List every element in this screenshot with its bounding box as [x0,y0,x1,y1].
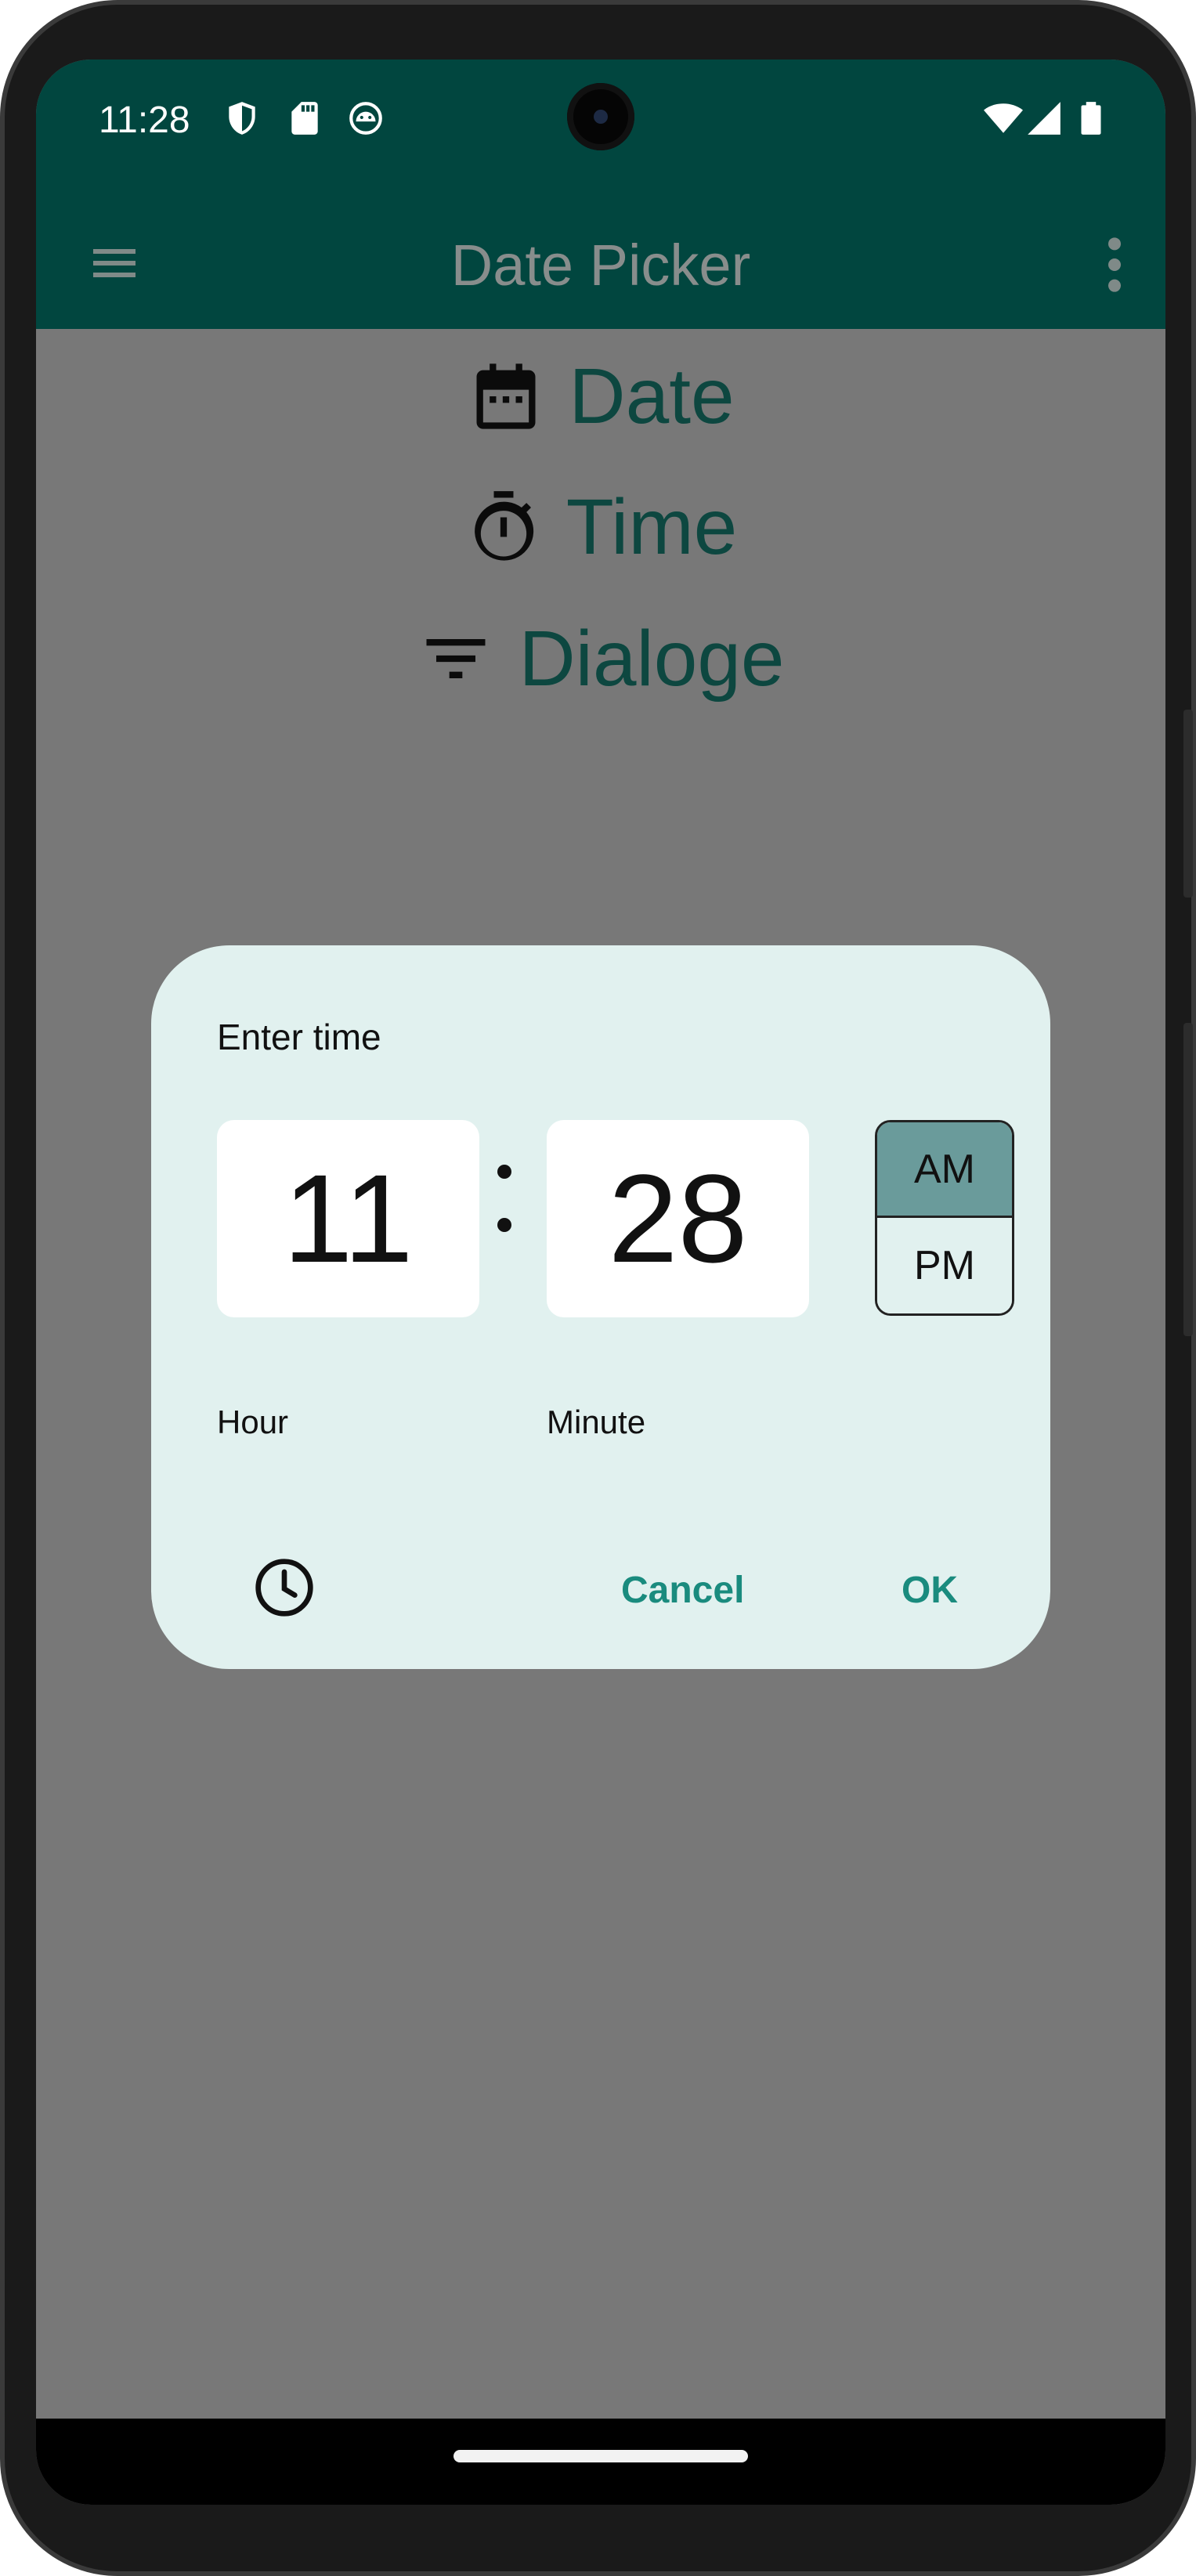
date-label: Date [569,352,735,440]
dialog-title: Enter time [217,1017,381,1057]
time-item[interactable]: Time [36,468,1165,586]
minute-label: Minute [547,1404,646,1440]
hour-label: Hour [217,1404,289,1440]
volume-button [1183,1023,1193,1336]
more-vert-icon[interactable] [1103,233,1126,296]
screen: 11:28 Date Picker Date Time Dialoge Ente… [36,60,1165,2505]
sd-card-icon [291,102,318,135]
wifi-icon [984,103,1023,133]
top-bar: 11:28 Date Picker [36,60,1165,329]
shield-icon [229,102,255,135]
minute-input[interactable]: 28 [547,1120,809,1317]
pm-toggle[interactable]: PM [877,1218,1012,1313]
filter-icon [426,639,486,678]
phone-frame: 11:28 Date Picker Date Time Dialoge Ente… [0,0,1196,2576]
time-separator [496,1157,511,1251]
gesture-handle[interactable] [453,2450,748,2462]
android-head-icon [349,102,382,135]
clock-icon[interactable] [253,1556,316,1619]
dialoge-label: Dialoge [519,614,785,703]
navigation-bar [36,2419,1165,2505]
battery-icon [1081,102,1101,135]
signal-icon [1028,102,1061,135]
app-title: Date Picker [450,233,751,298]
status-time: 11:28 [99,99,190,141]
ok-button[interactable]: OK [902,1569,958,1612]
status-bar: 11:28 [36,60,1165,177]
calendar-icon [476,363,536,429]
time-label: Time [565,482,738,571]
period-selector: AM PM [875,1120,1014,1316]
power-button [1183,710,1193,898]
dialoge-item[interactable]: Dialoge [36,600,1165,717]
am-toggle[interactable]: AM [877,1122,1012,1218]
timer-icon [474,491,533,561]
hour-input[interactable]: 11 [217,1120,479,1317]
cancel-button[interactable]: Cancel [621,1569,744,1612]
app-bar: Date Picker [36,201,1165,329]
front-camera [567,83,634,150]
date-item[interactable]: Date [36,338,1165,455]
time-picker-dialog: Enter time 11 28 AM PM Hour Minute Cance… [151,945,1050,1669]
